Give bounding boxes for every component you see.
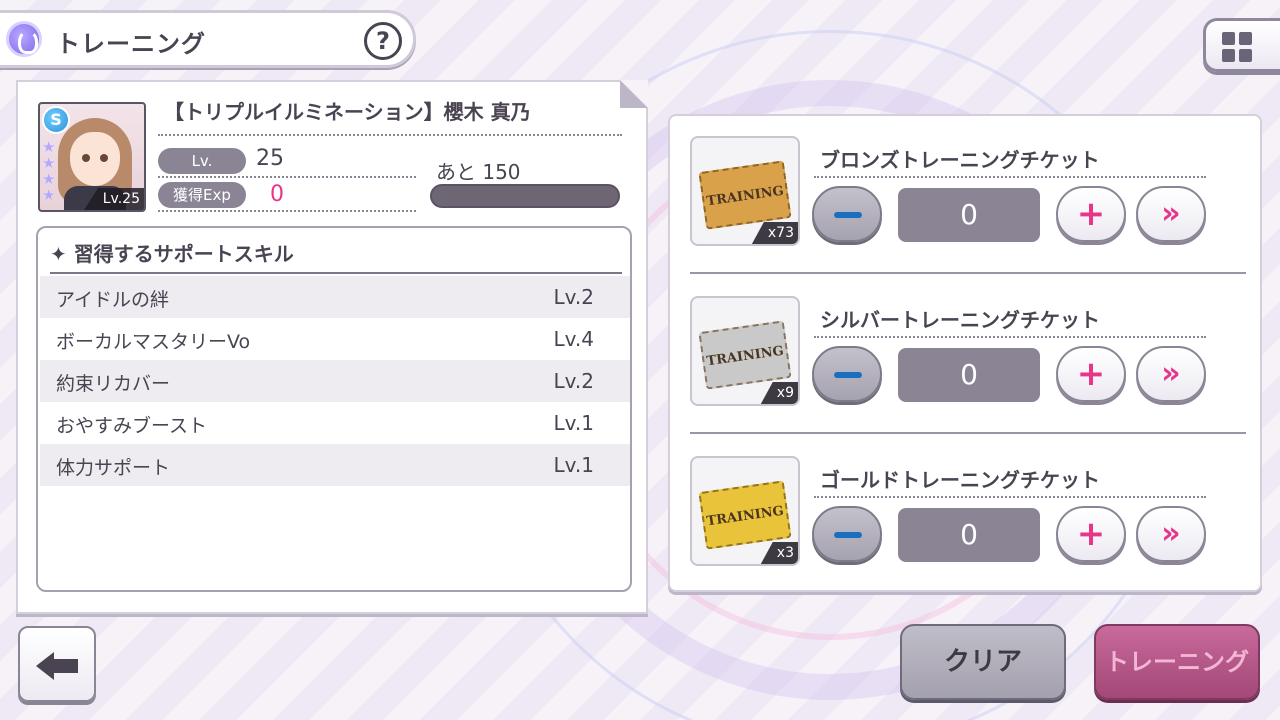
ticket-label: TRAINING xyxy=(698,320,792,390)
ticket-panel: TRAINING x73 ブロンズトレーニングチケット 0 + » TRAINI… xyxy=(668,114,1262,592)
skill-name: ボーカルマスタリーVo xyxy=(56,331,251,353)
skill-name: 約束リカバー xyxy=(56,373,171,395)
train-button[interactable]: トレーニング xyxy=(1094,624,1260,700)
support-skill-list: ✦ 習得するサポートスキル アイドルの絆 Lv.2 ボーカルマスタリーVo Lv… xyxy=(36,226,632,592)
ticket-count: x9 xyxy=(760,382,798,404)
ticket-row-bronze: TRAINING x73 ブロンズトレーニングチケット 0 + » xyxy=(690,136,1246,276)
help-button[interactable]: ? xyxy=(364,22,402,60)
character-name: 【トリプルイルミネーション】櫻木 真乃 xyxy=(164,100,531,124)
exp-value: 0 xyxy=(270,182,284,207)
divider xyxy=(814,176,1206,178)
decrease-button[interactable] xyxy=(812,346,882,402)
page-header: トレーニング ? xyxy=(0,10,416,68)
bronze-ticket-icon: TRAINING x73 xyxy=(690,136,800,246)
divider xyxy=(690,272,1246,274)
level-value: 25 xyxy=(256,146,284,171)
skill-list-title: ✦ 習得するサポートスキル xyxy=(50,242,294,266)
skill-name: アイドルの絆 xyxy=(56,289,170,311)
divider xyxy=(690,432,1246,434)
skill-level: Lv.1 xyxy=(553,411,594,435)
menu-button[interactable] xyxy=(1203,18,1280,72)
ticket-row-silver: TRAINING x9 シルバートレーニングチケット 0 + » xyxy=(690,296,1246,436)
skill-row: アイドルの絆 Lv.2 xyxy=(40,276,630,318)
increase-button[interactable]: + xyxy=(1056,186,1126,242)
skill-row: ボーカルマスタリーVo Lv.4 xyxy=(40,318,630,360)
star-icons: ★ ★ ★ ★ xyxy=(42,140,55,203)
skill-row: おやすみブースト Lv.1 xyxy=(40,402,630,444)
ticket-label: TRAINING xyxy=(698,160,792,230)
ticket-label: TRAINING xyxy=(698,480,792,550)
character-panel: S ★ ★ ★ ★ Lv.25 【トリプルイルミネーション】櫻木 真乃 Lv. 25 … xyxy=(16,80,648,614)
ticket-name: シルバートレーニングチケット xyxy=(820,308,1100,332)
ticket-name: ブロンズトレーニングチケット xyxy=(820,148,1100,172)
decrease-button[interactable] xyxy=(812,186,882,242)
exp-progress-bar xyxy=(430,184,620,208)
skill-level: Lv.1 xyxy=(553,453,594,477)
divider xyxy=(158,210,416,212)
panel-corner xyxy=(620,80,648,108)
skill-row: 約束リカバー Lv.2 xyxy=(40,360,630,402)
page-title: トレーニング xyxy=(56,30,206,58)
divider xyxy=(50,272,622,274)
divider xyxy=(158,134,622,136)
character-card[interactable]: S ★ ★ ★ ★ Lv.25 xyxy=(38,102,146,212)
divider xyxy=(814,336,1206,338)
star-icon: ★ xyxy=(42,138,56,156)
level-label: Lv. xyxy=(158,148,246,174)
increase-button[interactable]: + xyxy=(1056,506,1126,562)
remaining-exp: あと 150 xyxy=(436,160,521,184)
skill-row: 体力サポート Lv.1 xyxy=(40,444,630,486)
gold-ticket-icon: TRAINING x3 xyxy=(690,456,800,566)
rarity-badge: S xyxy=(42,106,70,134)
back-button[interactable] xyxy=(18,626,96,702)
grid-icon xyxy=(1222,32,1252,62)
skill-level: Lv.4 xyxy=(553,327,594,351)
skill-name: 体力サポート xyxy=(56,457,171,479)
skill-level: Lv.2 xyxy=(553,285,594,309)
exp-label: 獲得Exp xyxy=(158,182,246,208)
increase-button[interactable]: + xyxy=(1056,346,1126,402)
silver-ticket-icon: TRAINING x9 xyxy=(690,296,800,406)
skill-name: おやすみブースト xyxy=(56,415,208,437)
ticket-row-gold: TRAINING x3 ゴールドトレーニングチケット 0 + » xyxy=(690,456,1246,596)
ticket-count: x3 xyxy=(760,542,798,564)
ticket-count: x73 xyxy=(751,222,798,244)
quantity-value: 0 xyxy=(898,188,1040,242)
skill-level: Lv.2 xyxy=(553,369,594,393)
divider xyxy=(158,176,416,178)
clear-button[interactable]: クリア xyxy=(900,624,1066,700)
quantity-value: 0 xyxy=(898,508,1040,562)
star-icon: ★ xyxy=(42,154,56,172)
app-logo-icon xyxy=(6,21,42,57)
star-icon: ★ xyxy=(42,170,56,188)
max-button[interactable]: » xyxy=(1136,186,1206,242)
divider xyxy=(814,496,1206,498)
max-button[interactable]: » xyxy=(1136,346,1206,402)
ticket-name: ゴールドトレーニングチケット xyxy=(820,468,1100,492)
decrease-button[interactable] xyxy=(812,506,882,562)
star-icon: ★ xyxy=(42,186,56,204)
quantity-value: 0 xyxy=(898,348,1040,402)
max-button[interactable]: » xyxy=(1136,506,1206,562)
